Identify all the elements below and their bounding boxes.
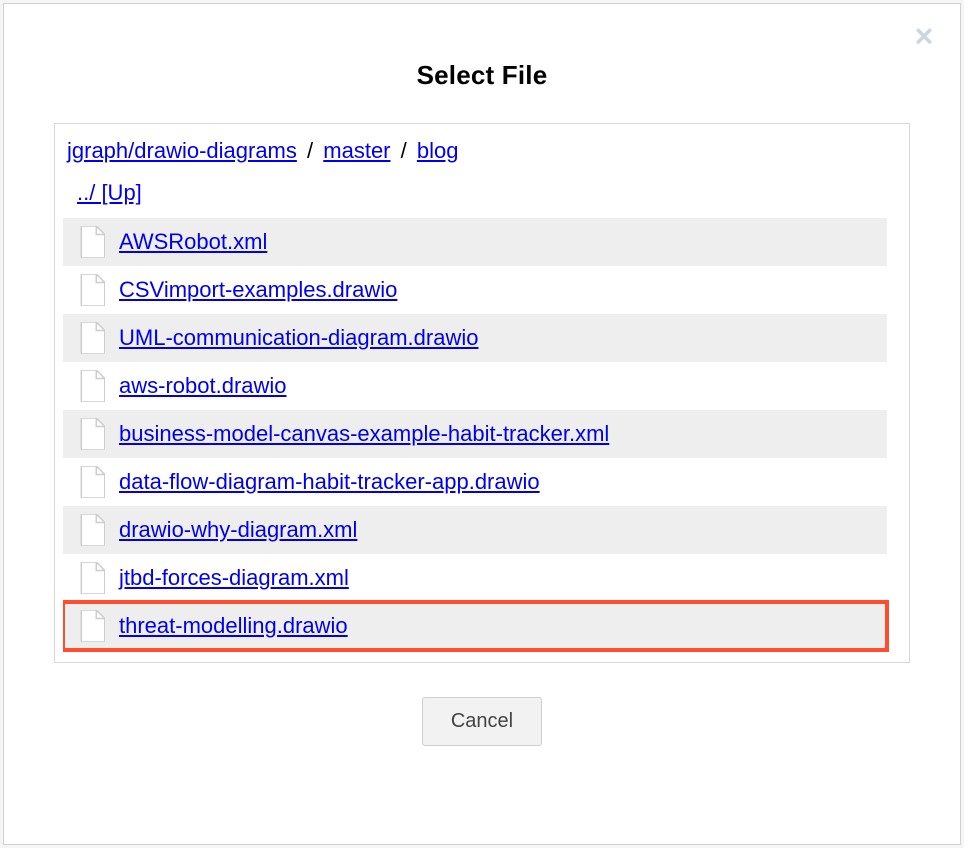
file-row[interactable]: jtbd-forces-diagram.xml xyxy=(63,554,887,602)
file-link[interactable]: UML-communication-diagram.drawio xyxy=(119,325,478,351)
file-row[interactable]: data-flow-diagram-habit-tracker-app.draw… xyxy=(63,458,887,506)
file-panel: jgraph/drawio-diagrams / master / blog .… xyxy=(54,123,910,663)
select-file-dialog: × Select File jgraph/drawio-diagrams / m… xyxy=(3,3,961,845)
file-scroll-area[interactable]: jgraph/drawio-diagrams / master / blog .… xyxy=(63,136,901,654)
file-row[interactable]: aws-robot.drawio xyxy=(63,362,887,410)
file-row[interactable]: CSVimport-examples.drawio xyxy=(63,266,887,314)
file-link[interactable]: data-flow-diagram-habit-tracker-app.draw… xyxy=(119,469,540,495)
breadcrumb-link-folder[interactable]: blog xyxy=(417,138,459,163)
file-link[interactable]: aws-robot.drawio xyxy=(119,373,287,399)
file-link[interactable]: jtbd-forces-diagram.xml xyxy=(119,565,349,591)
file-icon xyxy=(79,274,105,306)
file-link[interactable]: drawio-why-diagram.xml xyxy=(119,517,357,543)
file-row[interactable]: AWSRobot.xml xyxy=(63,218,887,266)
file-link[interactable]: threat-modelling.drawio xyxy=(119,613,348,639)
file-row[interactable]: UML-communication-diagram.drawio xyxy=(63,314,887,362)
file-icon xyxy=(79,370,105,402)
file-row[interactable]: business-model-canvas-example-habit-trac… xyxy=(63,410,887,458)
file-icon xyxy=(79,466,105,498)
up-link-row: ../ [Up] xyxy=(63,174,887,218)
up-link[interactable]: ../ [Up] xyxy=(77,180,142,205)
file-link[interactable]: business-model-canvas-example-habit-trac… xyxy=(119,421,609,447)
file-link[interactable]: CSVimport-examples.drawio xyxy=(119,277,397,303)
file-icon xyxy=(79,226,105,258)
breadcrumb-link-repo[interactable]: jgraph/drawio-diagrams xyxy=(67,138,297,163)
file-link[interactable]: AWSRobot.xml xyxy=(119,229,267,255)
cancel-button[interactable]: Cancel xyxy=(422,697,542,746)
breadcrumb-separator: / xyxy=(307,138,313,163)
dialog-buttons: Cancel xyxy=(54,697,910,746)
file-icon xyxy=(79,514,105,546)
close-icon[interactable]: × xyxy=(910,22,938,50)
file-row[interactable]: drawio-why-diagram.xml xyxy=(63,506,887,554)
file-icon xyxy=(79,610,105,642)
dialog-title: Select File xyxy=(54,60,910,91)
file-row[interactable]: threat-modelling.drawio xyxy=(63,602,887,650)
file-icon xyxy=(79,418,105,450)
file-icon xyxy=(79,322,105,354)
file-list: AWSRobot.xml CSVimport-examples.drawio UML… xyxy=(63,218,887,650)
breadcrumb-separator: / xyxy=(401,138,407,163)
file-icon xyxy=(79,562,105,594)
breadcrumb-link-branch[interactable]: master xyxy=(323,138,390,163)
breadcrumb: jgraph/drawio-diagrams / master / blog xyxy=(63,136,887,174)
